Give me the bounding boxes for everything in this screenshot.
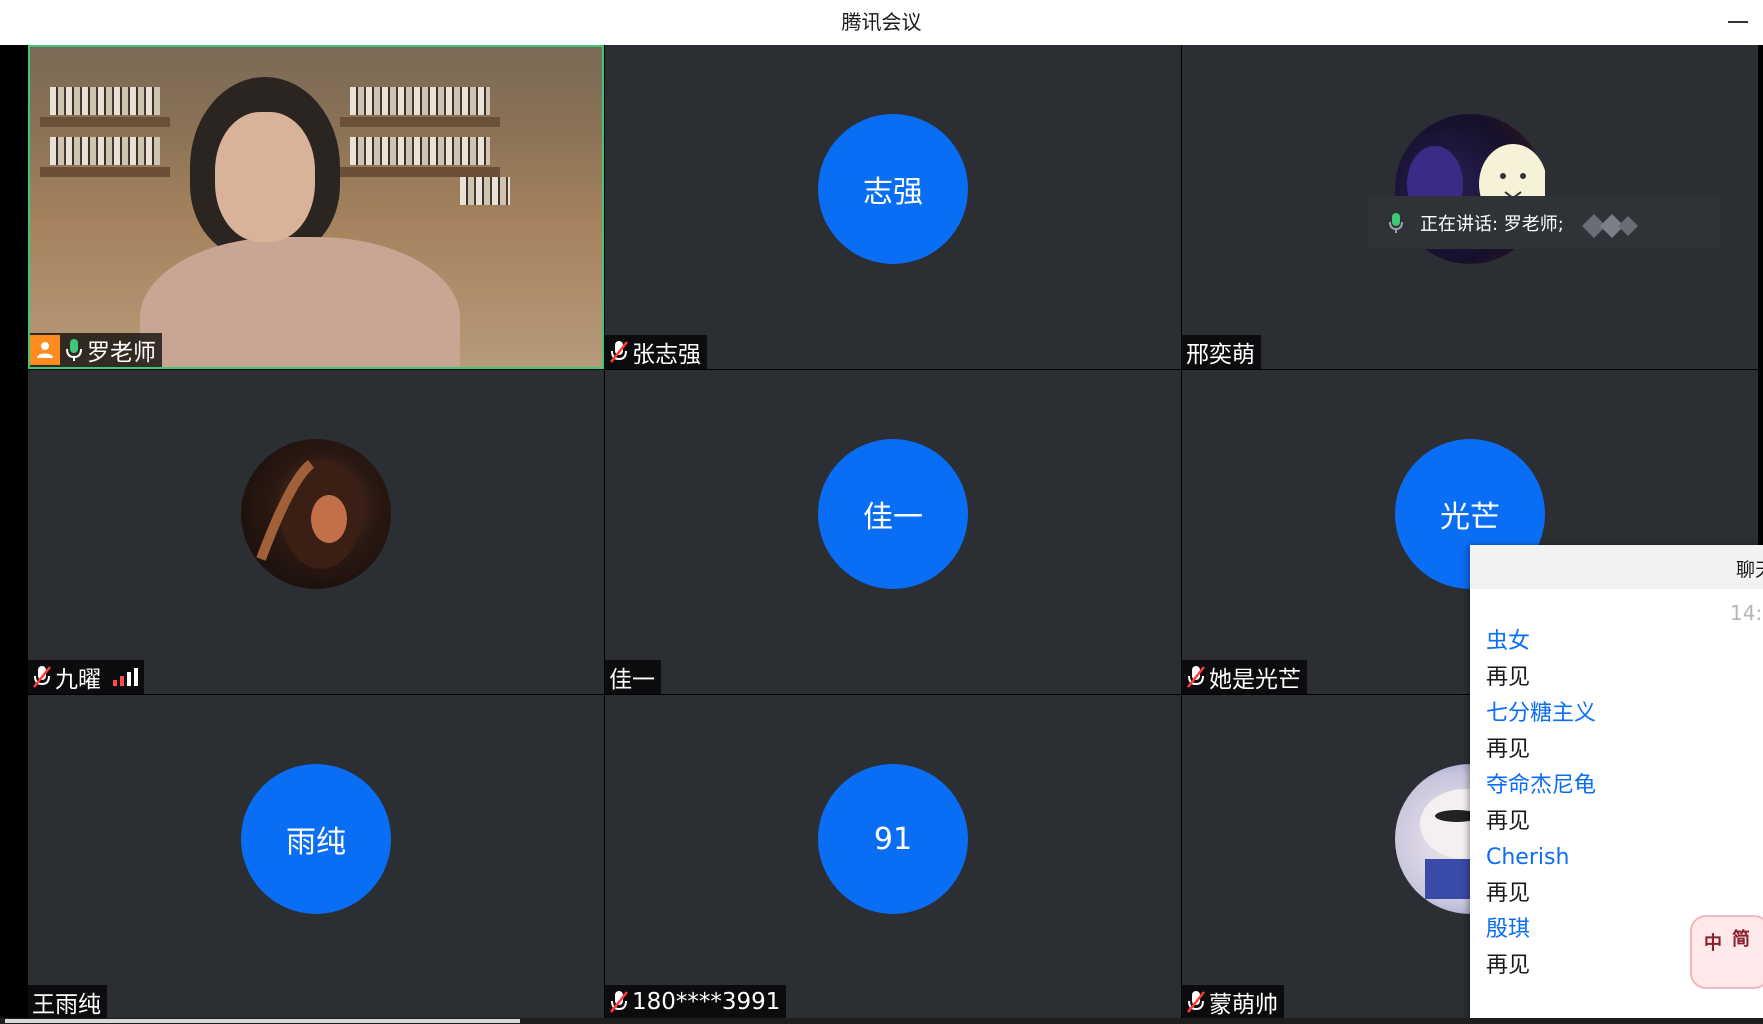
- chat-message: 再见: [1486, 881, 1531, 906]
- mic-muted-icon: [32, 665, 52, 689]
- participant-tile[interactable]: 佳一 佳一: [605, 370, 1181, 694]
- participant-avatar: 志强: [818, 114, 968, 264]
- participant-tile-host[interactable]: 罗老师: [28, 45, 604, 369]
- title-bar: 腾讯会议: [0, 0, 1763, 45]
- mic-muted-icon: [609, 990, 629, 1014]
- ime-charset-key[interactable]: 简: [1732, 925, 1750, 951]
- participant-tile[interactable]: 志强 张志强: [605, 45, 1181, 369]
- participant-name-label: 九曜: [28, 660, 144, 694]
- participant-name-label: 王雨纯: [28, 985, 107, 1019]
- participant-name: 王雨纯: [32, 992, 101, 1018]
- network-signal-icon: [113, 668, 138, 686]
- horizontal-scrollbar[interactable]: [0, 1018, 1763, 1024]
- participant-avatar: 雨纯: [241, 764, 391, 914]
- participant-name-label: 180****3991: [605, 985, 787, 1019]
- mic-muted-icon: [1186, 990, 1206, 1014]
- chat-message: 再见: [1486, 665, 1531, 690]
- participant-name-label: 蒙萌帅: [1182, 985, 1284, 1019]
- participant-video: [30, 47, 602, 367]
- scrollbar-thumb[interactable]: [5, 1019, 520, 1023]
- participant-name: 九曜: [55, 667, 101, 693]
- ime-mode-key[interactable]: 中: [1704, 929, 1722, 955]
- host-badge-icon: [30, 335, 60, 365]
- participant-name: 佳一: [609, 667, 655, 693]
- participant-tile[interactable]: 雨纯 王雨纯: [28, 695, 604, 1019]
- input-method-toolbar[interactable]: 中 简: [1690, 915, 1763, 989]
- participant-tile[interactable]: 九曜: [28, 370, 604, 694]
- speaking-indicator: 正在讲话: 罗老师;: [1368, 196, 1720, 249]
- participant-person: [140, 77, 460, 367]
- window-title: 腾讯会议: [841, 10, 922, 34]
- chat-sender[interactable]: 夺命杰尼龟: [1486, 768, 1746, 804]
- mic-icon: [1388, 212, 1404, 234]
- mic-muted-icon: [1186, 665, 1206, 689]
- participant-name-label: 她是光芒: [1182, 660, 1307, 694]
- chat-message: 再见: [1486, 737, 1531, 762]
- chat-header: 聊天: [1470, 545, 1763, 589]
- watermark-logo-icon: [1578, 206, 1640, 240]
- participant-tile[interactable]: 91 180****3991: [605, 695, 1181, 1019]
- mic-on-icon: [64, 338, 84, 362]
- chat-sender[interactable]: 七分糖主义: [1486, 696, 1746, 732]
- participant-name: 她是光芒: [1209, 667, 1301, 693]
- chat-sender[interactable]: Cherish: [1486, 840, 1746, 876]
- participant-name: 张志强: [632, 342, 701, 368]
- photo-avatar-icon: [241, 439, 391, 589]
- chat-timestamp: 14:: [1730, 601, 1763, 625]
- participant-name: 180****3991: [632, 989, 781, 1015]
- participant-avatar: 佳一: [818, 439, 968, 589]
- chat-title: 聊天: [1736, 559, 1763, 581]
- chat-sender[interactable]: 虫女: [1486, 624, 1746, 660]
- participant-name: 邢奕萌: [1186, 342, 1255, 368]
- participant-name-label: 张志强: [605, 335, 707, 369]
- minimize-button[interactable]: [1728, 21, 1748, 23]
- chat-message: 再见: [1486, 809, 1531, 834]
- participant-name-label: 邢奕萌: [1182, 335, 1261, 369]
- participant-name: 罗老师: [87, 340, 156, 366]
- speaking-text: 正在讲话: 罗老师;: [1420, 213, 1564, 235]
- participant-name-label: 佳一: [605, 660, 661, 694]
- mic-muted-icon: [609, 340, 629, 364]
- participant-name: 蒙萌帅: [1209, 992, 1278, 1018]
- participant-name-label: 罗老师: [30, 333, 162, 367]
- participant-avatar: 91: [818, 764, 968, 914]
